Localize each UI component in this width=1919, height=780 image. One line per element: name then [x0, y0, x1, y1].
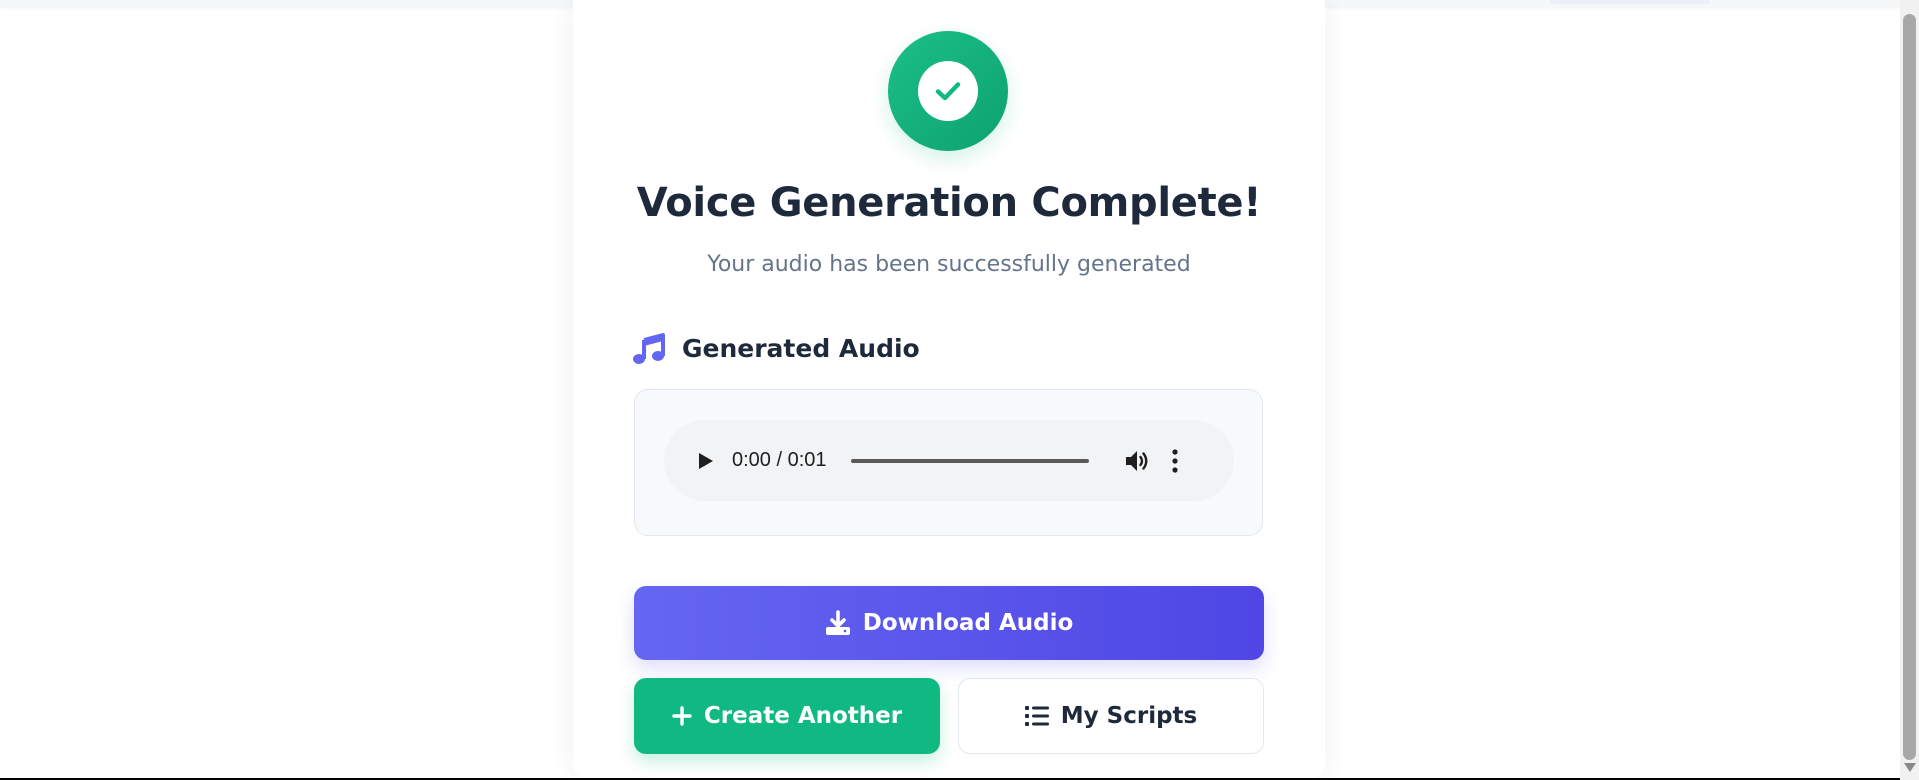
result-card: Voice Generation Complete! Your audio ha…: [573, 0, 1325, 778]
success-badge: [888, 31, 1008, 151]
my-scripts-label: My Scripts: [1060, 703, 1198, 729]
check-circle-icon: [918, 61, 978, 121]
download-audio-label: Download Audio: [862, 610, 1074, 636]
download-audio-button[interactable]: Download Audio: [634, 586, 1264, 660]
scroll-down-arrow-icon[interactable]: [1904, 763, 1916, 772]
page: Voice Generation Complete! Your audio ha…: [0, 0, 1919, 780]
section-title: Generated Audio: [682, 333, 920, 363]
download-icon: [825, 610, 850, 635]
page-title: Voice Generation Complete!: [636, 180, 1262, 226]
audio-player[interactable]: 0:00 / 0:01: [664, 420, 1234, 501]
my-scripts-button[interactable]: My Scripts: [958, 678, 1264, 754]
audio-time-display: 0:00 / 0:01: [732, 449, 827, 471]
more-options-icon[interactable]: [1171, 448, 1179, 474]
scrollbar-thumb[interactable]: [1903, 14, 1916, 760]
list-icon: [1024, 706, 1049, 726]
music-note-icon: [633, 333, 665, 364]
audio-container: 0:00 / 0:01: [634, 389, 1263, 536]
volume-icon[interactable]: [1123, 447, 1151, 475]
create-another-button[interactable]: Create Another: [634, 678, 940, 754]
page-subtitle: Your audio has been successfully generat…: [707, 252, 1191, 277]
top-nav-pill: [1550, 0, 1710, 4]
audio-progress-bar[interactable]: [850, 458, 1089, 463]
create-another-label: Create Another: [703, 703, 903, 729]
generated-audio-heading: Generated Audio: [632, 328, 920, 368]
vertical-scrollbar[interactable]: [1900, 0, 1919, 780]
play-icon[interactable]: [694, 450, 716, 472]
secondary-actions: Create Another My Scripts: [634, 678, 1264, 754]
plus-icon: [672, 706, 692, 726]
